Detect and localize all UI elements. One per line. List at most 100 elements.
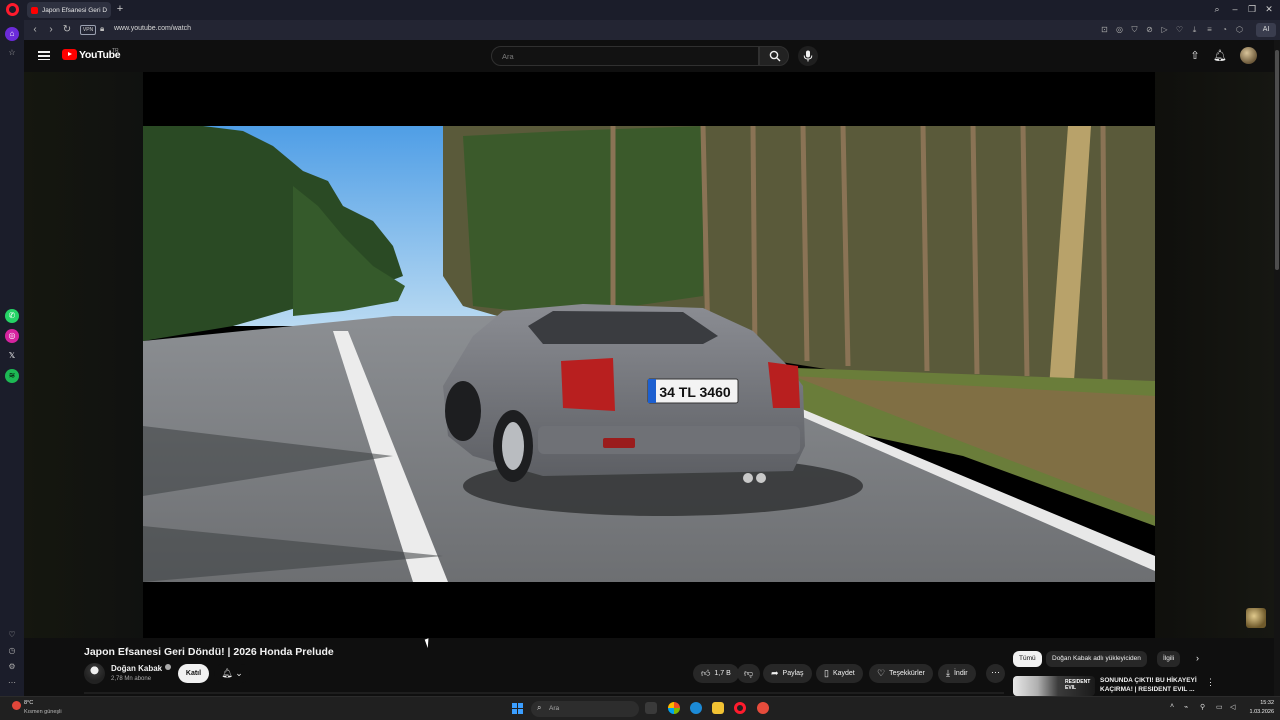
youtube-logo-icon[interactable] <box>62 49 77 60</box>
weather-icon[interactable] <box>12 701 21 710</box>
bell-icon: 🔔︎ <box>221 668 233 678</box>
scrollbar-thumb[interactable] <box>1275 50 1279 270</box>
weather-temperature[interactable]: 8°C <box>24 700 33 706</box>
vpn-badge[interactable]: VPN <box>80 25 96 35</box>
like-button[interactable]: 👍︎ 1,7 B <box>693 664 739 683</box>
maximize-button[interactable]: ❐ <box>1245 3 1259 16</box>
settings-gear-icon[interactable]: ⚙ <box>5 660 19 674</box>
profile-icon[interactable]: ◔ <box>1220 24 1229 35</box>
download-arrow-icon: ⤓ <box>946 668 950 678</box>
notifications-bell-icon[interactable]: 🔔︎ <box>1212 48 1228 64</box>
verified-check-icon <box>165 664 172 670</box>
chips-next-icon[interactable]: › <box>1196 653 1199 663</box>
home-icon[interactable]: ⌂ <box>5 27 19 41</box>
page-scrollbar[interactable] <box>1274 40 1280 696</box>
camera-icon[interactable]: ◎ <box>1115 24 1124 35</box>
more-actions-button[interactable]: ⋯ <box>986 664 1005 683</box>
channel-name-text: Doğan Kabak <box>111 664 163 673</box>
like-count: 1,7 B <box>714 670 731 677</box>
save-button[interactable]: ▯ Kaydet <box>816 664 863 683</box>
share-button[interactable]: ➦ Paylaş <box>763 664 812 683</box>
recommendation-thumbnail[interactable]: RESIDENT EVIL <box>1013 676 1095 696</box>
opera-logo-icon[interactable] <box>6 3 19 16</box>
recommendation-thumb-text: RESIDENT EVIL <box>1065 679 1091 691</box>
lock-icon[interactable]: 🔒︎ <box>100 24 104 34</box>
display-icon[interactable]: ▭ <box>1216 703 1223 711</box>
aria-ai-button[interactable]: AI <box>1256 23 1276 37</box>
miniplayer-thumbnail[interactable] <box>1246 608 1266 628</box>
spotify-icon[interactable]: ≋ <box>5 369 19 383</box>
taskbar-search[interactable]: ⌕ Ara <box>531 701 639 717</box>
country-code: TR <box>112 48 119 54</box>
video-frame[interactable]: 34 TL 3460 <box>143 126 1155 582</box>
recommendation-title[interactable]: SONUNDA ÇIKTI! BU HİKAYEYİ KAÇIRMA! | RE… <box>1100 676 1200 694</box>
clock-time[interactable]: 15:32 <box>1250 700 1274 706</box>
description-box-edge <box>84 692 1004 694</box>
download-label: İndir <box>953 670 968 677</box>
channel-avatar[interactable] <box>84 663 105 684</box>
clock-date[interactable]: 1.03.2026 <box>1244 709 1274 715</box>
opera-gx-icon[interactable] <box>757 702 769 714</box>
chip-related[interactable]: İlgili <box>1157 651 1181 667</box>
forward-icon[interactable]: › <box>44 23 58 37</box>
volume-icon[interactable]: ◁ <box>1230 703 1235 711</box>
chip-from-uploader[interactable]: Doğan Kabak adlı yükleyiciden <box>1046 651 1147 667</box>
opera-sidebar: ⌂ ☆ ✆ ◎ 𝕏 ≋ ♡ ◷ ⚙ ⋯ <box>0 20 24 696</box>
download-button[interactable]: ⤓ İndir <box>938 664 976 683</box>
browser-tab-strip: Japon Efsanesi Geri D + ⌕ – ❐ ✕ <box>0 0 1280 20</box>
url-field[interactable]: www.youtube.com/watch <box>114 25 191 32</box>
subscription-bell-button[interactable]: 🔔︎ ⌄ <box>214 664 250 683</box>
browser-tab[interactable]: Japon Efsanesi Geri D <box>27 2 111 18</box>
video-player[interactable]: 34 TL 3460 <box>143 72 1155 638</box>
minimize-button[interactable]: – <box>1228 3 1242 16</box>
back-icon[interactable]: ‹ <box>28 23 42 37</box>
extension-toolbar: ⊡ ◎ ⛉ ⊘ ▷ ♡ ⤓ ≡ ◔ ⬡ <box>1100 24 1244 35</box>
mic-tray-icon[interactable]: ⚲ <box>1200 703 1205 711</box>
address-bar: ‹ › ↻ VPN 🔒︎ www.youtube.com/watch ⊡ ◎ ⛉… <box>24 20 1280 40</box>
search-input[interactable]: Ara <box>491 46 759 66</box>
weather-description[interactable]: Kısmen güneşli <box>24 709 62 715</box>
reload-icon[interactable]: ↻ <box>60 23 74 37</box>
recommendation-menu-icon[interactable]: ⋮ <box>1206 677 1215 688</box>
search-tabs-icon[interactable]: ⌕ <box>1210 3 1224 16</box>
channel-name[interactable]: Doğan Kabak <box>111 664 172 673</box>
windows-start-icon[interactable] <box>512 703 523 714</box>
voice-search-button[interactable] <box>798 46 818 66</box>
user-avatar[interactable] <box>1240 47 1257 64</box>
video-frame-image: 34 TL 3460 <box>143 126 1155 582</box>
heart-icon[interactable]: ♡ <box>1175 24 1184 35</box>
x-twitter-icon[interactable]: 𝕏 <box>5 349 19 363</box>
mouse-cursor-icon <box>424 636 436 649</box>
chevron-down-icon: ⌄ <box>235 668 243 678</box>
screenshot-icon[interactable]: ⊡ <box>1100 24 1109 35</box>
translate-icon[interactable]: ⊘ <box>1145 24 1154 35</box>
instagram-icon[interactable]: ◎ <box>5 329 19 343</box>
copilot-icon[interactable] <box>668 702 680 714</box>
close-window-button[interactable]: ✕ <box>1262 3 1276 16</box>
file-explorer-icon[interactable] <box>712 702 724 714</box>
hamburger-menu-icon[interactable] <box>38 49 50 63</box>
join-button[interactable]: Katıl <box>178 664 209 683</box>
player-icon[interactable]: ▷ <box>1160 24 1169 35</box>
dislike-button[interactable]: 👎︎ <box>737 664 761 683</box>
download-icon[interactable]: ⤓ <box>1190 24 1199 35</box>
new-tab-button[interactable]: + <box>114 2 126 16</box>
extensions-icon[interactable]: ⬡ <box>1235 24 1244 35</box>
upload-icon[interactable]: ⇧ <box>1187 48 1203 64</box>
tray-arrow-icon[interactable]: ˄ <box>1170 703 1174 710</box>
menu-icon[interactable]: ≡ <box>1205 24 1214 35</box>
shield-icon[interactable]: ⛉ <box>1130 24 1139 35</box>
search-button[interactable] <box>759 46 789 66</box>
thanks-button[interactable]: ♡ Teşekkürler <box>869 664 933 683</box>
task-view-icon[interactable] <box>645 702 657 714</box>
history-icon[interactable]: ◷ <box>5 644 19 658</box>
whatsapp-icon[interactable]: ✆ <box>5 309 19 323</box>
chip-all[interactable]: Tümü <box>1013 651 1042 667</box>
pinboard-icon[interactable]: ☆ <box>5 46 19 60</box>
license-plate-text: 34 TL 3460 <box>659 384 731 400</box>
opera-taskbar-icon[interactable] <box>734 702 746 714</box>
network-icon[interactable]: ⌁ <box>1184 703 1188 711</box>
edge-icon[interactable] <box>690 702 702 714</box>
more-icon[interactable]: ⋯ <box>5 676 19 690</box>
favorites-icon[interactable]: ♡ <box>5 628 19 642</box>
